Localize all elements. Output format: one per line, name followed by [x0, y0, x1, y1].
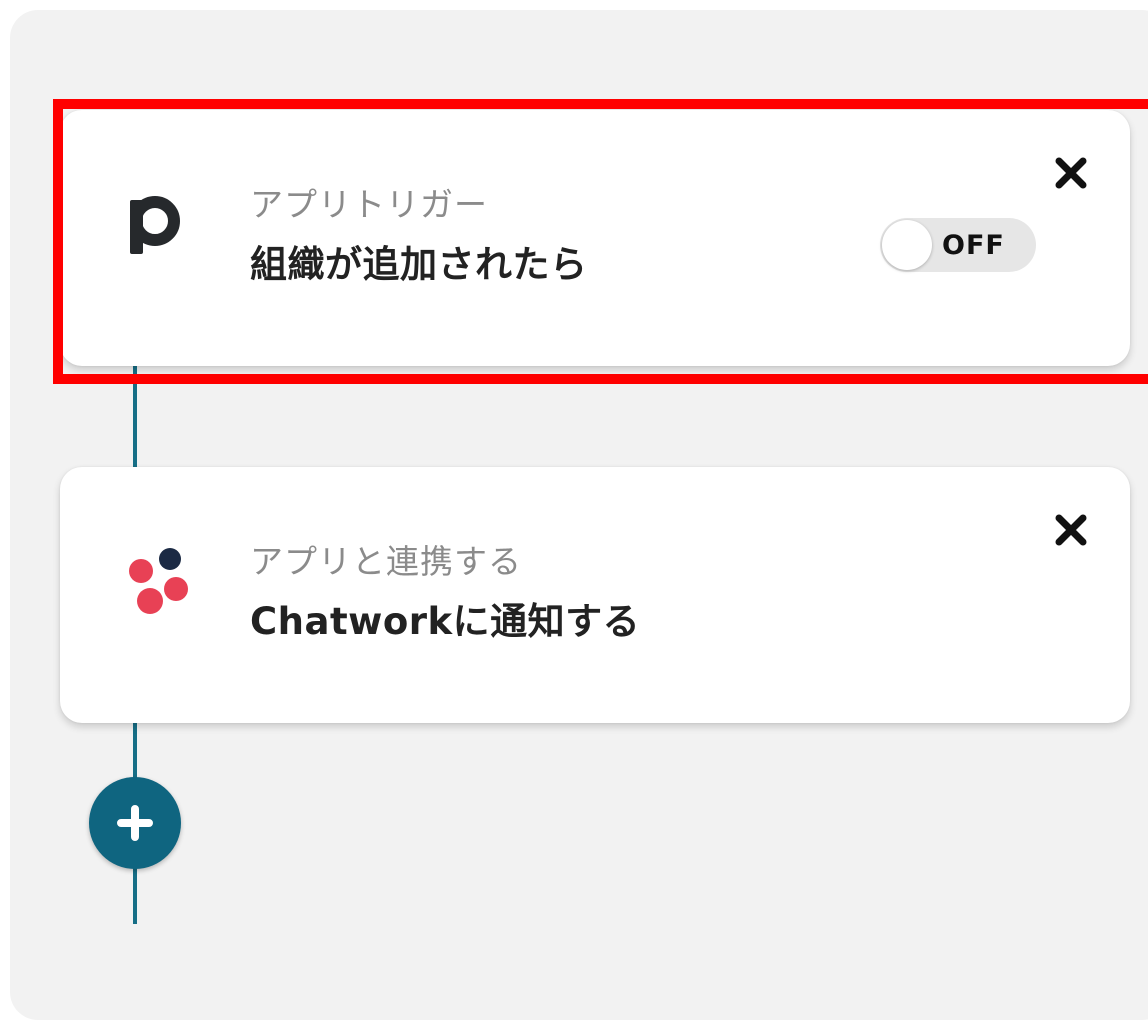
plus-icon — [117, 805, 153, 841]
action-step-card[interactable]: アプリと連携する Chatworkに通知する — [60, 467, 1130, 723]
close-icon[interactable] — [1054, 513, 1088, 547]
trigger-toggle[interactable]: OFF — [880, 218, 1036, 272]
step-title: Chatworkに通知する — [250, 600, 641, 643]
chatwork-logo-icon — [129, 548, 188, 614]
pipedrive-p-icon — [130, 196, 180, 254]
add-step-button[interactable] — [89, 777, 181, 869]
step-type-label: アプリと連携する — [250, 542, 522, 581]
flow-connector — [133, 366, 137, 468]
trigger-step-card[interactable]: アプリトリガー 組織が追加されたら OFF — [60, 110, 1130, 366]
toggle-knob — [882, 220, 932, 270]
close-icon[interactable] — [1054, 156, 1088, 190]
toggle-state-label: OFF — [942, 230, 1005, 261]
step-title: 組織が追加されたら — [250, 243, 588, 286]
step-type-label: アプリトリガー — [250, 185, 488, 224]
